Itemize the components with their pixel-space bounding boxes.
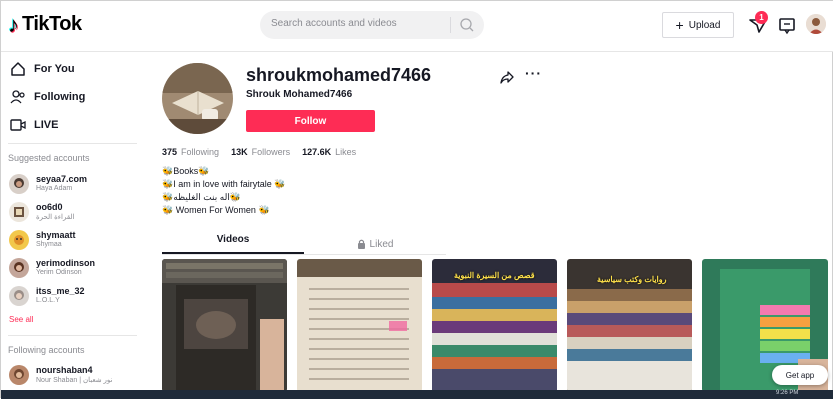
suggested-account[interactable]: yerimodinson Yerim Odinson — [9, 258, 139, 282]
nav-for-you[interactable]: For You — [10, 61, 75, 77]
more-options-icon[interactable]: ··· — [525, 65, 542, 81]
bio-text: اله بنت الغليظه — [173, 192, 230, 202]
tab-baseline — [162, 254, 446, 255]
nav-live[interactable]: LIVE — [10, 117, 58, 133]
get-app-button[interactable]: Get app — [772, 365, 828, 385]
account-name: yerimodinson — [36, 258, 96, 268]
likes-count: 127.6K — [302, 147, 332, 157]
suggested-accounts-title: Suggested accounts — [8, 153, 90, 163]
bio-line: 🐝 Women For Women 🐝 — [162, 205, 270, 216]
bio-text: I am in love with fairytale — [173, 179, 272, 189]
upload-label: Upload — [688, 19, 721, 31]
tab-liked-label: Liked — [369, 238, 394, 250]
notification-badge: 1 — [755, 11, 768, 24]
avatar — [9, 258, 29, 278]
nav-label: Following — [34, 91, 86, 103]
bee-emoji-icon: 🐝 — [162, 205, 174, 215]
bio-text: Books — [173, 166, 199, 176]
tab-videos[interactable]: Videos — [162, 234, 304, 254]
share-icon[interactable] — [499, 69, 515, 85]
account-subtitle: القراءة الحرة — [36, 214, 75, 221]
profile-avatar[interactable] — [162, 63, 233, 134]
video-thumbnail[interactable]: قصص من السيرة النبوية — [432, 259, 557, 392]
suggested-account[interactable]: itss_me_32 L.O.L.Y — [9, 286, 139, 310]
sidebar-divider — [8, 335, 137, 336]
account-name: oo6d0 — [36, 202, 63, 212]
nav-label: For You — [34, 63, 75, 75]
account-subtitle: L.O.L.Y — [36, 297, 60, 304]
suggested-account[interactable]: seyaa7.com Haya Adam — [9, 174, 139, 198]
search-bar[interactable]: Search accounts and videos — [260, 11, 484, 39]
logo-text: TikTok — [22, 13, 82, 35]
followers-label: Followers — [251, 147, 291, 157]
suggested-account[interactable]: oo6d0 القراءة الحرة — [9, 202, 139, 226]
account-subtitle: Haya Adam — [36, 185, 73, 192]
window-frame: ♪ TikTok Search accounts and videos + Up… — [0, 0, 833, 399]
avatar — [9, 286, 29, 306]
inbox-icon[interactable] — [775, 13, 799, 37]
followers-count: 13K — [231, 147, 248, 157]
video-thumbnail[interactable] — [162, 259, 287, 392]
video-thumbnail[interactable] — [297, 259, 422, 392]
search-divider — [450, 17, 451, 33]
account-subtitle: Shymaa — [36, 241, 62, 248]
avatar — [9, 174, 29, 194]
see-all-link[interactable]: See all — [9, 315, 33, 324]
bee-emoji-icon: 🐝 — [162, 192, 174, 202]
following-label: Following — [181, 147, 220, 157]
avatar — [9, 230, 29, 250]
video-caption: قصص من السيرة النبوية — [454, 271, 535, 280]
lock-icon — [357, 239, 365, 249]
taskbar-clock: 9:26 PM — [776, 390, 799, 396]
follow-button[interactable]: Follow — [246, 110, 375, 132]
bio-line: 🐝Books🐝 — [162, 166, 209, 177]
video-caption: روايات وكتب سياسية — [597, 275, 667, 284]
tiktok-logo[interactable]: ♪ TikTok — [8, 13, 82, 36]
active-tab-indicator — [162, 252, 304, 254]
bee-emoji-icon: 🐝 — [198, 166, 210, 176]
music-note-icon: ♪ — [8, 11, 19, 37]
account-subtitle: Nour Shaban | نور شعبان — [36, 377, 113, 384]
bee-emoji-icon: 🐝 — [258, 205, 270, 215]
profile-display-name: Shrouk Mohamed7466 — [246, 89, 353, 100]
profile-username: shroukmohamed7466 — [246, 65, 432, 85]
profile-stats: 375 Following 13K Followers 127.6K Likes — [162, 147, 368, 157]
account-name: nourshaban4 — [36, 365, 93, 375]
video-thumbnail[interactable]: روايات وكتب سياسية — [567, 259, 692, 392]
search-icon[interactable] — [456, 15, 478, 35]
user-avatar[interactable] — [806, 14, 826, 34]
account-name: itss_me_32 — [36, 286, 85, 296]
bio-line: 🐝I am in love with fairytale 🐝 — [162, 179, 286, 190]
following-accounts-title: Following accounts — [8, 345, 85, 355]
nav-following[interactable]: Following — [10, 89, 85, 105]
tab-liked[interactable]: Liked — [304, 234, 446, 254]
avatar — [9, 365, 29, 385]
following-count: 375 — [162, 147, 178, 157]
home-icon — [11, 62, 25, 76]
account-name: shymaatt — [36, 230, 76, 240]
live-icon — [10, 119, 26, 131]
bio-text: Women For Women — [175, 205, 256, 215]
bee-emoji-icon: 🐝 — [274, 179, 286, 189]
bee-emoji-icon: 🐝 — [162, 179, 174, 189]
top-bar: ♪ TikTok Search accounts and videos + Up… — [1, 1, 833, 52]
sidebar-divider — [8, 143, 137, 144]
bio-line: 🐝اله بنت الغليظه🐝 — [162, 192, 241, 203]
following-account[interactable]: nourshaban4 Nour Shaban | نور شعبان — [9, 365, 139, 389]
bee-emoji-icon: 🐝 — [229, 192, 242, 202]
sidebar: For You Following LIVE Suggested account… — [1, 51, 143, 399]
plus-icon: + — [675, 17, 684, 33]
account-name: seyaa7.com — [36, 174, 88, 184]
search-input[interactable]: Search accounts and videos — [271, 18, 397, 29]
avatar — [9, 202, 29, 222]
suggested-account[interactable]: shymaatt Shymaa — [9, 230, 139, 254]
account-subtitle: Yerim Odinson — [36, 269, 82, 276]
following-icon — [10, 90, 25, 104]
nav-label: LIVE — [34, 119, 59, 131]
bee-emoji-icon: 🐝 — [162, 166, 174, 176]
upload-button[interactable]: + Upload — [662, 12, 734, 38]
likes-label: Likes — [335, 147, 357, 157]
